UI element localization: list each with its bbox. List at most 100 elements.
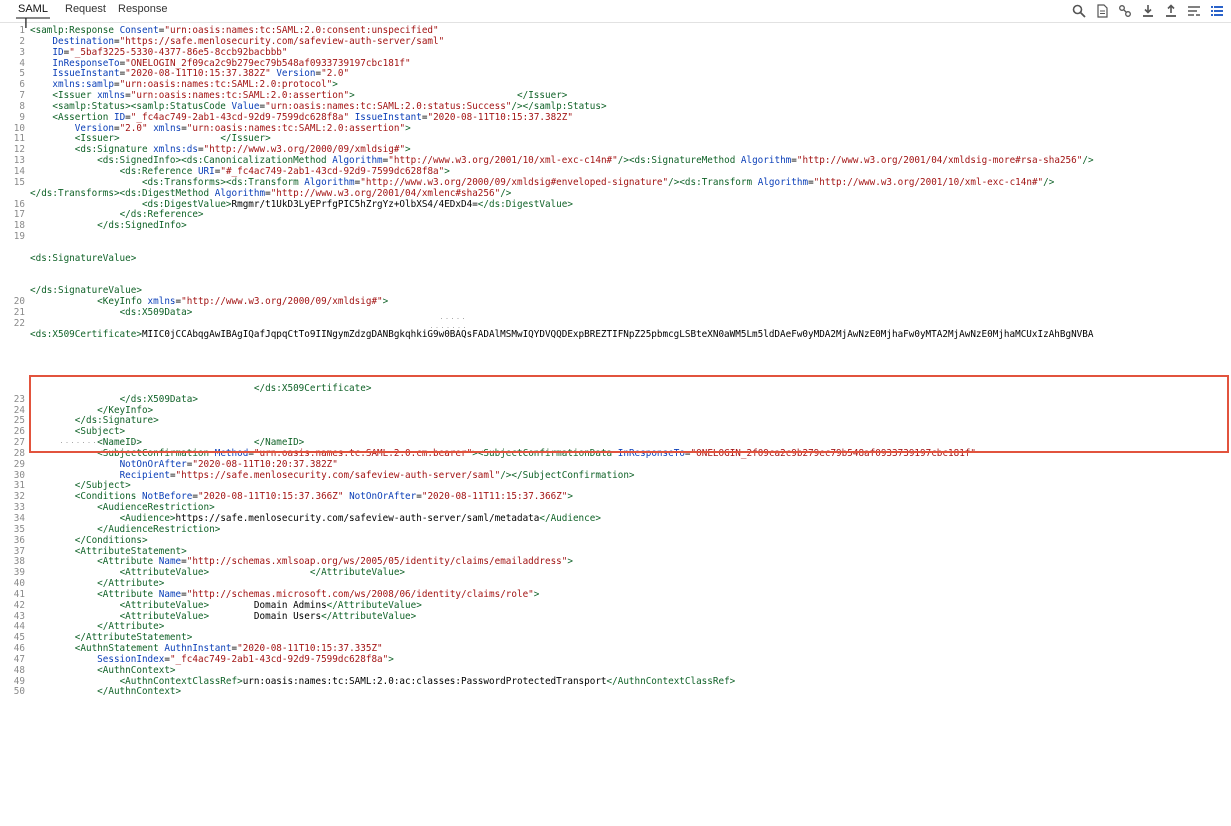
xml-text <box>30 600 120 611</box>
line-number: 42 <box>13 599 25 611</box>
xml-value: "urn:oasis:names:tc:SAML:2.0:assertion" <box>186 122 406 134</box>
xml-text <box>209 567 310 578</box>
xml-value: "http://schemas.xmlsoap.org/ws/2005/05/i… <box>186 556 568 568</box>
certificate-highlight-box <box>29 375 1229 453</box>
xml-text <box>30 144 75 155</box>
xml-tag: /> <box>1082 155 1094 167</box>
xml-text <box>30 632 75 643</box>
xml-tag: </AttributeValue> <box>326 599 422 611</box>
upload-icon[interactable] <box>1163 3 1179 19</box>
xml-tag: <Conditions <box>74 491 142 503</box>
xml-text: Rmgmr/t1UkD3LyEPrfgPIC5hZrgYz+OlbXS4/4ED… <box>231 198 478 210</box>
xml-attribute: Version <box>276 68 316 80</box>
code-line: 35 </AudienceRestriction> <box>0 524 1231 536</box>
xml-value: "2.0" <box>119 122 148 134</box>
xml-text <box>30 502 97 513</box>
xml-value: "https://safe.menlosecurity.com/safeview… <box>175 469 501 481</box>
xml-text <box>30 578 97 589</box>
link-icon[interactable] <box>1117 3 1133 19</box>
xml-text <box>355 90 517 101</box>
xml-value: "http://www.w3.org/2001/04/xmlenc#sha256… <box>270 187 501 199</box>
xml-tag: > <box>405 144 411 156</box>
xml-text <box>30 133 75 144</box>
xml-attribute: AuthnInstant <box>164 643 232 655</box>
code-line: 19 <box>0 231 1231 243</box>
xml-code-view[interactable]: 1 <samlp:Response Consent="urn:oasis:name… <box>0 25 1231 698</box>
xml-tag: <Audience> <box>119 512 176 524</box>
xml-tag: </AuthnContextClassRef> <box>606 675 736 687</box>
xml-text <box>30 480 75 491</box>
xml-value: "http://www.w3.org/2001/10/xml-exc-c14n#… <box>813 176 1044 188</box>
tab-saml[interactable]: SAML <box>16 3 50 19</box>
xml-text <box>30 491 75 502</box>
xml-tag: /><ds:SignatureMethod <box>617 155 741 167</box>
xml-text: Domain Users <box>209 610 322 622</box>
search-icon[interactable] <box>1071 3 1087 19</box>
code-line: 43 <AttributeValue> Domain Users</Attrib… <box>0 610 1231 623</box>
xml-tag: </AuthnContext> <box>97 686 182 698</box>
xml-tag: /> <box>1043 176 1055 188</box>
xml-tag: </AttributeStatement> <box>74 632 193 644</box>
tab-request[interactable]: Request <box>65 3 106 15</box>
xml-tag: <AuthnContextClassRef> <box>119 675 243 687</box>
xml-tag: </ds:Reference> <box>119 209 204 221</box>
xml-value: "_5baf3225-5330-4377-86e5-8ccb92bacbbb" <box>69 46 288 58</box>
wrap-icon[interactable] <box>1186 3 1202 19</box>
xml-tag: /><ds:Transform <box>668 176 758 188</box>
xml-tag: <ds:Reference <box>119 165 198 177</box>
xml-attribute: Algorithm <box>740 155 792 167</box>
line-text: </ds:SignedInfo> <box>30 220 187 232</box>
xml-tag: > <box>382 296 389 308</box>
code-line: 49 <AuthnContextClassRef>urn:oasis:names… <box>0 675 1231 688</box>
xml-attribute: Name <box>158 588 182 600</box>
line-number: 19 <box>13 231 25 243</box>
line-text: <ds:X509Data> <box>30 307 193 319</box>
xml-tag: > <box>533 588 540 600</box>
xml-attribute: ID <box>52 46 64 58</box>
xml-value: "2020-08-11T11:15:37.366Z" <box>421 491 568 503</box>
xml-text <box>30 47 52 58</box>
xml-value: "2020-08-11T10:15:37.382Z" <box>125 68 271 80</box>
xml-tag: </Attribute> <box>97 578 165 590</box>
tab-response[interactable]: Response <box>118 3 168 15</box>
download-icon[interactable] <box>1140 3 1156 19</box>
xml-tag: <KeyInfo <box>97 296 148 308</box>
document-icon[interactable] <box>1094 3 1110 19</box>
xml-value: "http://schemas.microsoft.com/ws/2008/06… <box>186 588 534 600</box>
xml-attribute: Name <box>158 556 182 568</box>
xml-attribute: Consent <box>119 25 159 36</box>
xml-tag: <AttributeStatement> <box>74 545 187 557</box>
xml-tag: </ds:DigestValue> <box>477 198 573 210</box>
xml-text <box>30 155 97 166</box>
xml-tag: </AttributeValue> <box>309 567 406 579</box>
list-icon[interactable] <box>1209 3 1225 19</box>
xml-tag: <samlp:Status><samlp:StatusCode <box>52 100 232 112</box>
xml-text <box>30 546 75 557</box>
line-number: 48 <box>13 664 25 676</box>
xml-text <box>30 296 97 307</box>
xml-attribute: Algorithm <box>757 176 809 188</box>
xml-tag: </ds:SignatureValue> <box>30 285 142 297</box>
xml-attribute: NotOnOrAfter <box>349 491 417 503</box>
xml-attribute: NotOnOrAfter <box>119 458 187 470</box>
xml-tag: <Assertion <box>52 111 114 123</box>
xml-text <box>30 665 97 676</box>
xml-text <box>30 68 52 79</box>
xml-value: "http://www.w3.org/2000/09/xmldsig#" <box>203 144 406 156</box>
xml-text <box>30 112 52 123</box>
xml-text <box>30 524 97 535</box>
xml-text <box>30 470 120 481</box>
code-line: 39 <AttributeValue> </AttributeValue> <box>0 567 1231 579</box>
xml-text <box>30 199 142 210</box>
xml-tag: > <box>444 165 450 177</box>
xml-text: MIIC0jCCAbqgAwIBAgIQafJqpqCtTo9IINgymZdz… <box>141 328 1094 340</box>
xml-tag: > <box>567 491 573 503</box>
xml-text <box>120 133 221 144</box>
line-text: </AuthnContext> <box>30 687 181 698</box>
xml-value: "_fc4ac749-2ab1-43cd-92d9-7599dc628f8a" <box>169 653 389 665</box>
xml-attribute: xmlns <box>153 122 182 134</box>
xml-value: "urn:oasis:names:tc:SAML:2.0:status:Succ… <box>265 100 512 112</box>
xml-text <box>30 209 120 220</box>
